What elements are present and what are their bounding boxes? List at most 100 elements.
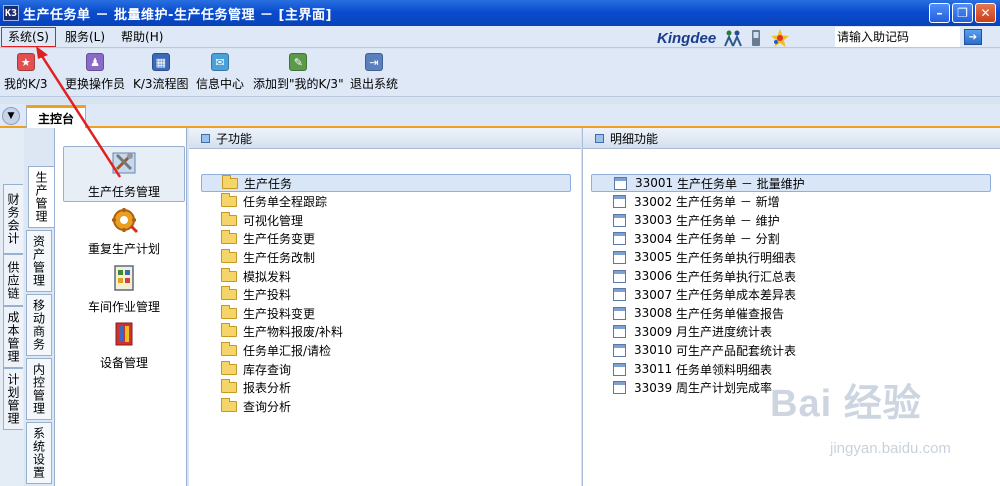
function-code: 33001	[635, 176, 674, 190]
function-label: 周生产计划完成率	[676, 381, 773, 396]
detail-function-item[interactable]: 33001 生产任务单 － 批量维护	[591, 174, 991, 192]
detail-function-item[interactable]: 33010 可生产产品配套统计表	[613, 341, 796, 359]
sub-function-label: 生产投料变更	[243, 306, 316, 321]
sub-function-item[interactable]: 生产任务	[201, 174, 571, 192]
detail-function-item[interactable]: 33003 生产任务单 － 维护	[613, 211, 780, 229]
folder-icon	[221, 286, 237, 301]
sub-function-label: 生产任务	[244, 176, 293, 191]
detail-function-item[interactable]: 33007 生产任务单成本差异表	[613, 286, 796, 304]
toolbar-my-k3-button[interactable]: ★ 我的K/3	[4, 53, 48, 92]
sub-function-item[interactable]: 生产任务变更	[221, 230, 315, 248]
menu-help[interactable]: 帮助(H)	[113, 26, 171, 48]
function-label: 任务单领料明细表	[676, 362, 773, 377]
app-logo-icon: K3	[3, 5, 19, 21]
document-icon	[613, 250, 626, 264]
function-code: 33007	[634, 287, 673, 302]
sub-function-item[interactable]: 生产任务改制	[221, 248, 315, 266]
baidu-watermark: Bai 经验	[770, 383, 922, 425]
sub-function-item[interactable]: 任务单全程跟踪	[221, 193, 327, 211]
window-title: 生产任务单 － 批量维护-生产任务管理 － [主界面]	[23, 7, 332, 23]
outer-category-tabs: 财务会计 供应链 成本管理 计划管理	[0, 128, 24, 486]
search-go-icon[interactable]: ➔	[964, 29, 982, 45]
sub-function-item[interactable]: 模拟发料	[221, 267, 291, 285]
folder-icon	[221, 193, 237, 208]
tab-internal-control[interactable]: 内控管理	[26, 358, 52, 420]
document-icon	[613, 362, 626, 376]
sub-function-item[interactable]: 生产投料	[221, 286, 291, 304]
document-icon	[613, 213, 626, 227]
tab-finance[interactable]: 财务会计	[3, 184, 23, 254]
folder-icon	[221, 267, 237, 282]
module-workshop[interactable]: 车间作业管理	[63, 262, 185, 318]
menu-system[interactable]: 系统(S)	[0, 26, 57, 48]
detail-function-item[interactable]: 33008 生产任务单催查报告	[613, 304, 784, 322]
detail-function-item[interactable]: 33004 生产任务单 － 分割	[613, 230, 780, 248]
menu-service[interactable]: 服务(L)	[57, 26, 113, 48]
chevron-down-icon[interactable]: ▼	[2, 107, 20, 125]
tab-asset-management[interactable]: 资产管理	[26, 230, 52, 292]
function-label: 生产任务单 － 新增	[676, 195, 780, 210]
folder-icon	[221, 230, 237, 245]
sub-function-pane: 子功能 生产任务 任务单全程跟踪 可视化管理 生产任务变更 生产任务改制 模拟发料 生产投料…	[189, 128, 581, 486]
function-code: 33006	[634, 269, 673, 283]
tab-production-management[interactable]: 生产管理	[28, 166, 54, 228]
document-icon	[614, 176, 627, 190]
folder-icon	[221, 379, 237, 394]
tab-main-console[interactable]: 主控台	[26, 105, 86, 128]
folder-icon	[221, 397, 237, 412]
tab-plan-management[interactable]: 计划管理	[3, 368, 23, 430]
mnemonic-search-input[interactable]: 请输入助记码	[835, 27, 960, 47]
tab-cost-management[interactable]: 成本管理	[3, 306, 23, 368]
minimize-button[interactable]: –	[929, 3, 950, 23]
module-repetitive-plan[interactable]: 重复生产计划	[63, 204, 185, 260]
sub-function-item[interactable]: 生产投料变更	[221, 304, 315, 322]
toolbar-label: 信息中心	[196, 77, 245, 91]
detail-function-item[interactable]: 33006 生产任务单执行汇总表	[613, 267, 796, 285]
function-label: 生产任务单执行汇总表	[676, 269, 797, 284]
module-production-task[interactable]: 生产任务管理	[63, 146, 185, 202]
folder-icon	[222, 174, 238, 189]
toolbar-message-center-button[interactable]: ✉ 信息中心	[196, 53, 244, 92]
equipment-icon	[115, 322, 133, 346]
restore-button[interactable]: ❐	[952, 3, 973, 23]
tab-supply-chain[interactable]: 供应链	[3, 254, 23, 306]
toolbar-label: K/3流程图	[133, 77, 189, 91]
detail-function-item[interactable]: 33005 生产任务单执行明细表	[613, 248, 796, 266]
detail-function-item[interactable]: 33039 周生产计划完成率	[613, 379, 772, 397]
module-equipment[interactable]: 设备管理	[63, 318, 185, 374]
toolbar-add-favorite-button[interactable]: ✎ 添加到"我的K/3"	[253, 53, 344, 92]
sub-function-title: 子功能	[216, 131, 253, 146]
sub-function-item[interactable]: 任务单汇报/请检	[221, 341, 331, 359]
sub-function-item[interactable]: 可视化管理	[221, 211, 303, 229]
module-label: 生产任务管理	[87, 185, 160, 199]
users-icon: ♟	[86, 53, 104, 71]
sub-function-item[interactable]: 库存查询	[221, 360, 291, 378]
kingdee-logo: Kingdee	[657, 29, 717, 47]
tab-mobile-commerce[interactable]: 移动商务	[26, 294, 52, 356]
schedule-board-icon	[114, 265, 134, 291]
function-label: 月生产进度统计表	[676, 325, 773, 340]
function-label: 生产任务单 － 分割	[676, 232, 780, 247]
toolbar-switch-operator-button[interactable]: ♟ 更换操作员	[65, 53, 125, 92]
sub-function-label: 报表分析	[243, 381, 292, 396]
sub-function-item[interactable]: 报表分析	[221, 379, 291, 397]
sub-function-item[interactable]: 查询分析	[221, 397, 291, 415]
detail-function-item[interactable]: 33002 生产任务单 － 新增	[613, 193, 780, 211]
toolbar-flowchart-button[interactable]: ▦ K/3流程图	[133, 53, 189, 92]
function-code: 33010	[634, 343, 673, 358]
toolbar-exit-button[interactable]: ⇥ 退出系统	[350, 53, 398, 92]
exit-icon: ⇥	[365, 53, 383, 71]
tab-system-settings[interactable]: 系统设置	[26, 422, 52, 484]
detail-function-item[interactable]: 33011 任务单领料明细表	[613, 360, 772, 378]
baidu-watermark-url: jingyan.baidu.com	[830, 440, 951, 457]
mobile-phone-icon	[752, 30, 761, 46]
pane-marker-icon	[595, 133, 604, 143]
close-button[interactable]: ✕	[975, 3, 996, 23]
tools-icon	[112, 152, 136, 174]
folder-icon	[221, 323, 237, 338]
sub-function-label: 任务单汇报/请检	[243, 343, 332, 358]
module-label: 车间作业管理	[87, 300, 160, 314]
detail-function-item[interactable]: 33009 月生产进度统计表	[613, 323, 772, 341]
sub-function-item[interactable]: 生产物料报废/补料	[221, 323, 343, 341]
tab-strip: ▼ 主控台	[0, 104, 1000, 128]
